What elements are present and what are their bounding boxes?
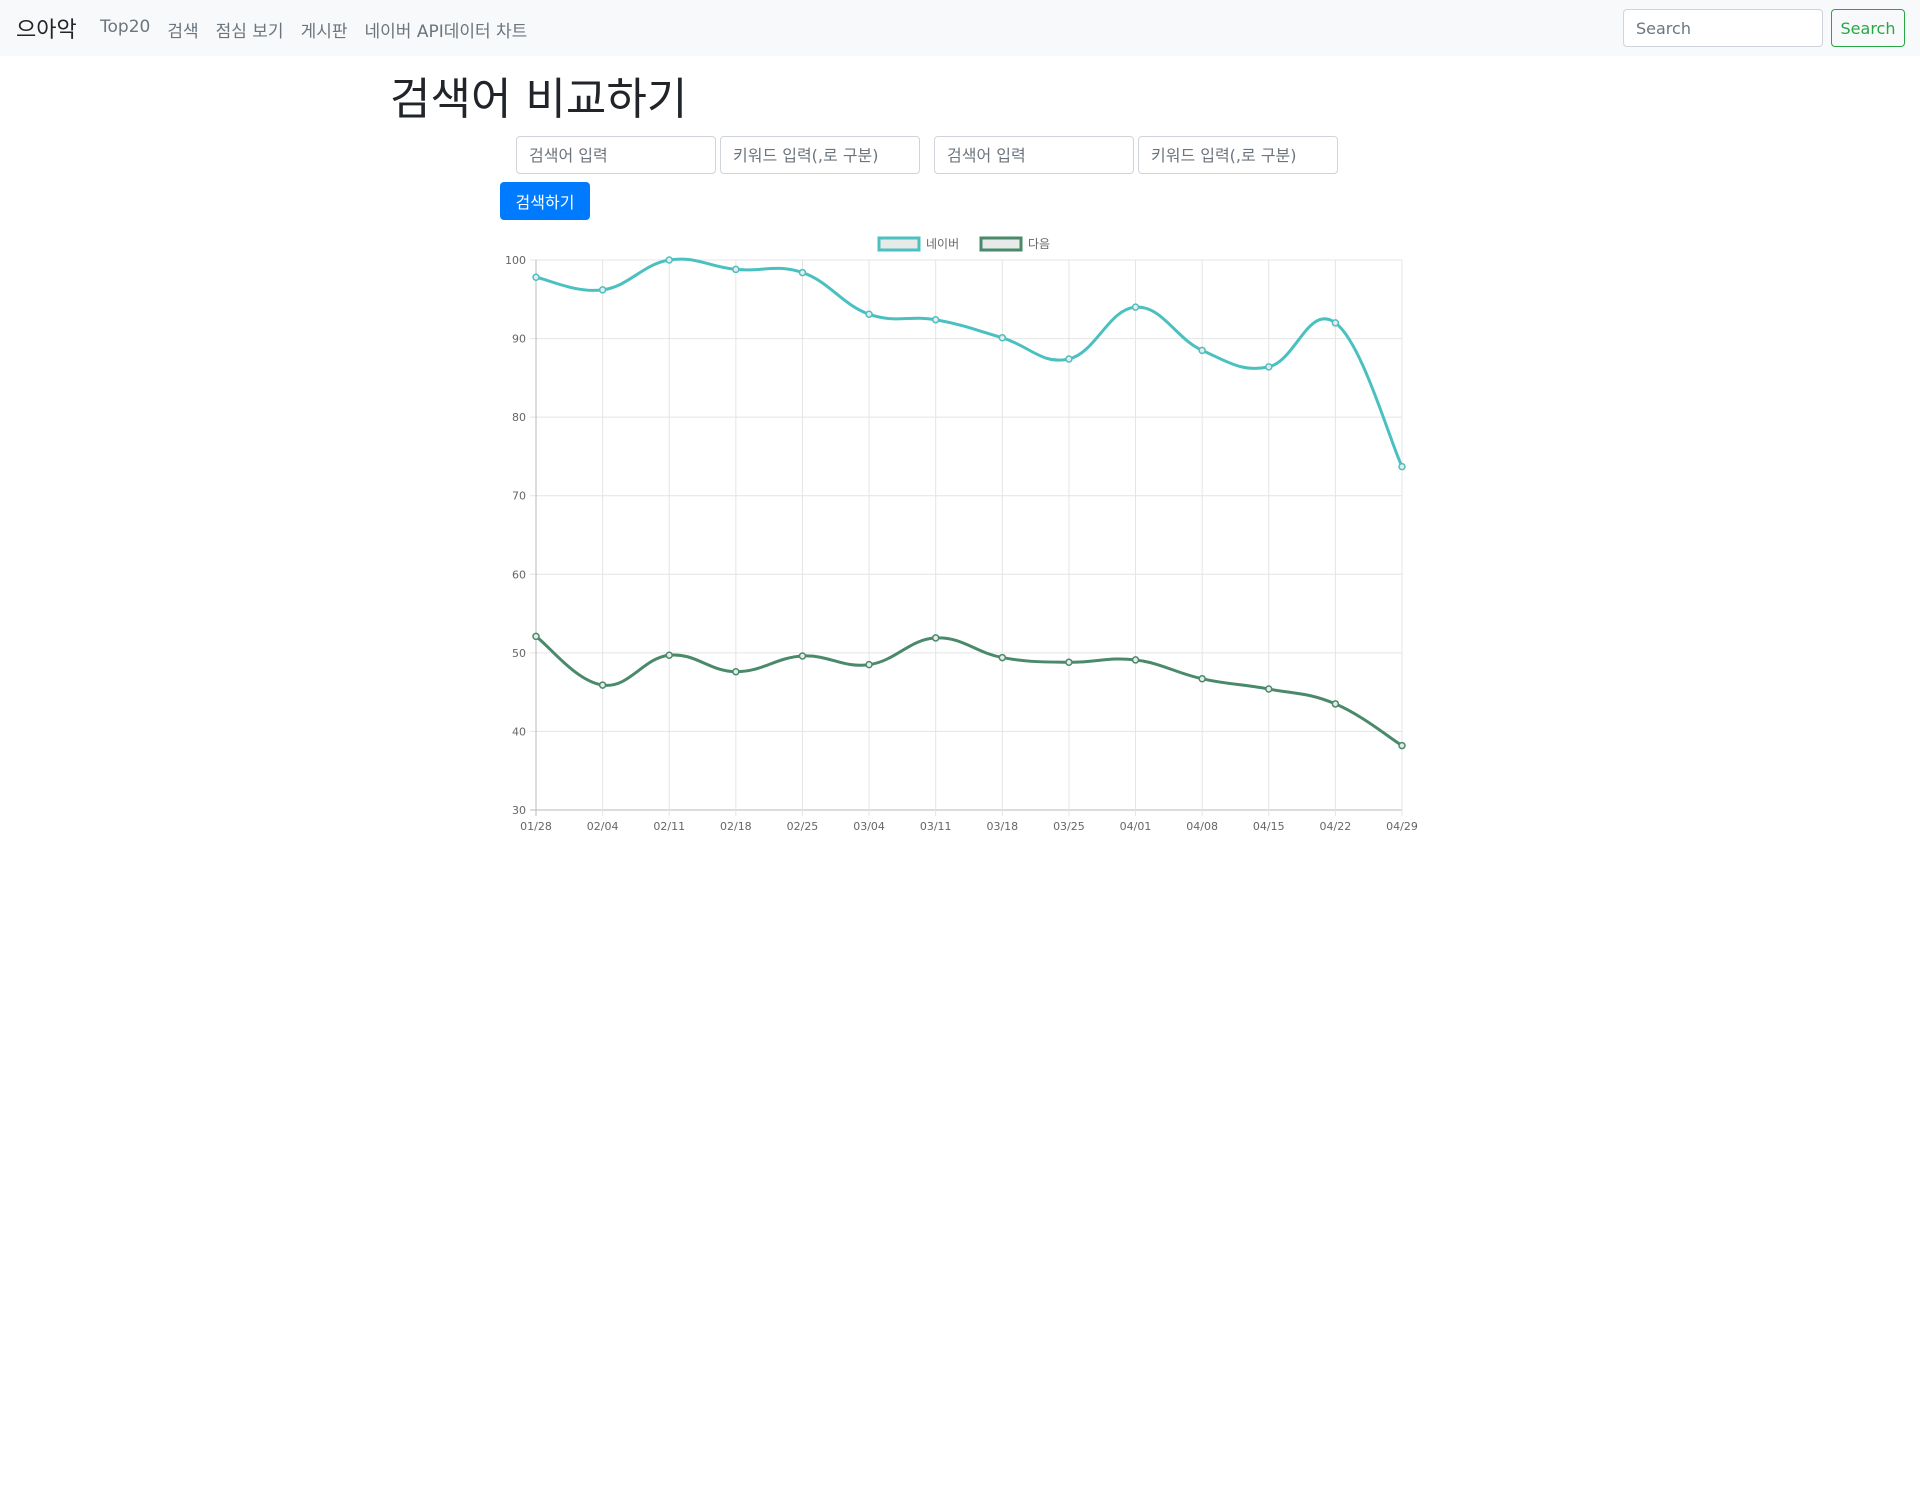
data-point[interactable] xyxy=(1265,363,1273,371)
x-tick-label: 04/01 xyxy=(1120,820,1152,833)
data-point[interactable] xyxy=(798,652,807,660)
data-point[interactable] xyxy=(1198,675,1206,683)
x-tick-label: 02/18 xyxy=(720,820,752,833)
data-point[interactable] xyxy=(865,660,873,669)
x-tick-label: 04/22 xyxy=(1320,820,1352,833)
x-tick-label: 02/25 xyxy=(787,820,819,833)
data-point[interactable] xyxy=(532,632,540,641)
data-point[interactable] xyxy=(931,634,940,642)
data-point[interactable] xyxy=(598,681,607,689)
data-point[interactable] xyxy=(1265,685,1273,693)
x-tick-label: 02/11 xyxy=(653,820,685,833)
y-tick-label: 40 xyxy=(512,725,526,738)
data-point[interactable] xyxy=(732,667,740,676)
data-point[interactable] xyxy=(998,334,1007,342)
legend-item[interactable]: 다음 xyxy=(979,236,1050,252)
nav-link-top20[interactable]: Top20 xyxy=(100,17,150,42)
x-tick-label: 03/25 xyxy=(1053,820,1085,833)
series-line xyxy=(535,257,1404,468)
page-title: 검색어 비교하기 xyxy=(390,74,688,125)
data-point[interactable] xyxy=(865,310,873,318)
search-term-input-1[interactable] xyxy=(516,136,716,174)
y-tick-label: 70 xyxy=(512,490,526,503)
x-tick-label: 04/15 xyxy=(1253,820,1285,833)
nav-links: Top20 검색 점심 보기 게시판 네이버 API데이터 차트 xyxy=(100,17,527,42)
series-1 xyxy=(532,256,1406,471)
x-tick-label: 03/18 xyxy=(986,820,1018,833)
compare-search-button[interactable]: 검색하기 xyxy=(500,182,590,220)
data-point[interactable] xyxy=(665,256,673,264)
chart-grid xyxy=(530,259,1403,816)
navbar-search-button[interactable]: Search xyxy=(1831,9,1905,47)
legend-swatch xyxy=(979,236,1023,252)
nav-link-search[interactable]: 검색 xyxy=(167,17,198,42)
y-tick-label: 80 xyxy=(512,411,526,424)
data-point[interactable] xyxy=(1331,319,1340,327)
x-tick-label: 04/08 xyxy=(1186,820,1218,833)
legend-label: 네이버 xyxy=(926,237,959,251)
legend-swatch xyxy=(877,236,921,252)
nav-link-naver-api-chart[interactable]: 네이버 API데이터 차트 xyxy=(365,17,528,42)
x-tick-label: 01/28 xyxy=(520,820,552,833)
y-tick-label: 30 xyxy=(512,804,526,817)
data-point[interactable] xyxy=(1065,355,1073,363)
trend-line-chart: 30 40 50 60 70 80 90 100 01/28 02/04 02/11 02/18 02/… xyxy=(505,236,1418,833)
data-point[interactable] xyxy=(1331,700,1340,708)
chart-series xyxy=(532,256,1406,750)
x-tick-label: 03/04 xyxy=(853,820,885,833)
nav-link-board[interactable]: 게시판 xyxy=(301,17,348,42)
keyword-input-2[interactable] xyxy=(1138,136,1338,174)
y-tick-label: 90 xyxy=(512,333,526,346)
legend-label: 다음 xyxy=(1028,237,1050,251)
legend-item[interactable]: 네이버 xyxy=(877,236,959,252)
data-point[interactable] xyxy=(798,268,807,277)
x-tick-label: 03/11 xyxy=(920,820,952,833)
x-tick-label: 02/04 xyxy=(587,820,619,833)
data-point[interactable] xyxy=(1131,303,1140,311)
data-point[interactable] xyxy=(665,651,673,659)
brand-logo[interactable]: 으아악 xyxy=(16,12,77,44)
data-point[interactable] xyxy=(1398,741,1406,750)
chart-legend[interactable]: 네이버 다음 xyxy=(877,236,1050,252)
data-point[interactable] xyxy=(598,286,607,294)
x-tick-label: 04/29 xyxy=(1386,820,1418,833)
chart-axes: 30 40 50 60 70 80 90 100 01/28 02/04 02/11 02/18 02/… xyxy=(505,254,1418,833)
navbar: 으아악 Top20 검색 점심 보기 게시판 네이버 API데이터 차트 Sea… xyxy=(0,0,1920,56)
data-point[interactable] xyxy=(998,653,1007,662)
y-tick-label: 50 xyxy=(512,647,526,660)
data-point[interactable] xyxy=(732,265,740,274)
search-term-input-2[interactable] xyxy=(934,136,1134,174)
keyword-input-1[interactable] xyxy=(720,136,920,174)
data-point[interactable] xyxy=(1198,346,1206,355)
data-point[interactable] xyxy=(931,315,940,324)
data-point[interactable] xyxy=(1398,462,1406,471)
data-point[interactable] xyxy=(532,273,540,282)
data-point[interactable] xyxy=(1065,658,1073,667)
data-point[interactable] xyxy=(1131,656,1140,664)
nav-link-lunch[interactable]: 점심 보기 xyxy=(216,17,284,42)
y-tick-label: 100 xyxy=(505,254,526,267)
y-tick-label: 60 xyxy=(512,568,526,581)
navbar-search-input[interactable] xyxy=(1623,9,1823,47)
